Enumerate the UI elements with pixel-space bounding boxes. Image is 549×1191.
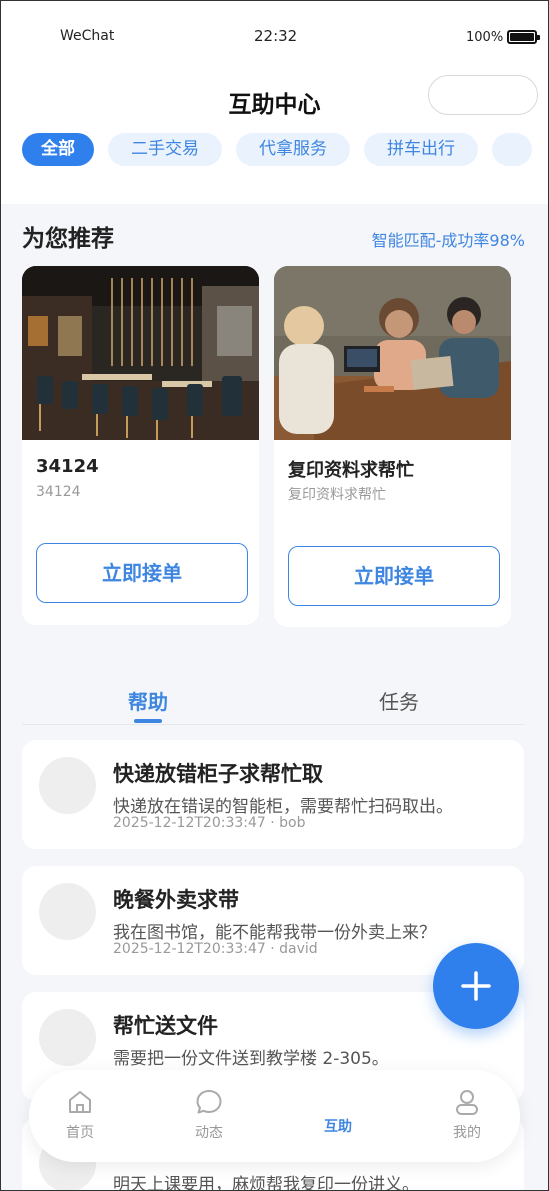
post-description: 需要把一份文件送到教学楼 2-305。 — [113, 1049, 389, 1069]
post-description: 我在图书馆，能不能帮我带一份外卖上来？ — [113, 923, 436, 943]
post-description: 明天上课要用，麻烦帮我复印一份讲义。 — [113, 1175, 419, 1191]
nav-label: 动态 — [195, 1125, 223, 1141]
post-title: 晚餐外卖求带 — [113, 888, 239, 912]
recommend-card[interactable]: 复印资料求帮忙 复印资料求帮忙 立即接单 — [274, 266, 511, 627]
card-subtitle: 34124 — [36, 484, 81, 500]
nav-home[interactable]: 首页 — [40, 1088, 120, 1142]
nav-label: 首页 — [66, 1125, 94, 1141]
post-title: 帮忙送文件 — [113, 1014, 218, 1038]
accept-order-button[interactable]: 立即接单 — [36, 543, 248, 603]
category-chip-carpool[interactable]: 拼车出行 — [364, 133, 478, 166]
nav-profile[interactable]: 我的 — [427, 1088, 507, 1142]
avatar — [39, 1009, 96, 1066]
list-item[interactable]: 快递放错柜子求帮忙取 快递放在错误的智能柜，需要帮忙扫码取出。 2025-12-… — [22, 740, 524, 849]
cafe-meeting-photo — [274, 266, 511, 440]
home-icon — [69, 1091, 91, 1113]
plus-icon — [461, 971, 491, 1001]
tab-help[interactable]: 帮助 — [128, 686, 168, 715]
clock: 22:32 — [254, 27, 298, 45]
category-chip-pickup[interactable]: 代拿服务 — [236, 133, 350, 166]
page-header: 互助中心 全部 二手交易 代拿服务 拼车出行 — [0, 58, 549, 204]
post-meta: 2025-12-12T20:33:47 · david — [113, 941, 318, 957]
accept-order-button[interactable]: 立即接单 — [288, 546, 500, 606]
nav-mutual-help[interactable]: 互助 — [298, 1116, 378, 1136]
post-description: 快递放在错误的智能柜，需要帮忙扫码取出。 — [113, 797, 453, 817]
post-meta: 2025-12-12T20:33:47 · bob — [113, 815, 306, 831]
recommend-heading: 为您推荐 — [22, 226, 114, 252]
status-bar: WeChat 22:32 100% — [0, 0, 549, 58]
battery-percent: 100% — [466, 30, 504, 45]
carrier-label: WeChat — [60, 28, 115, 44]
nav-feed[interactable]: 动态 — [169, 1088, 249, 1142]
list-tabs: 帮助 任务 — [22, 672, 524, 725]
avatar — [39, 883, 96, 940]
nav-label: 我的 — [453, 1125, 481, 1141]
mini-program-capsule[interactable] — [428, 75, 538, 115]
tab-tasks[interactable]: 任务 — [379, 686, 419, 715]
bottom-nav: 首页 动态 互助 我的 — [29, 1070, 520, 1162]
post-title: 快递放错柜子求帮忙取 — [113, 762, 323, 786]
chat-bubble-icon — [196, 1090, 222, 1114]
match-rate-link[interactable]: 智能匹配-成功率98% — [372, 227, 525, 251]
restaurant-photo — [22, 266, 259, 440]
category-chip-all[interactable]: 全部 — [22, 133, 94, 166]
nav-label: 互助 — [324, 1119, 352, 1135]
battery-icon — [507, 30, 540, 44]
card-title: 复印资料求帮忙 — [288, 460, 414, 481]
card-title: 34124 — [36, 456, 99, 477]
category-filter: 全部 二手交易 代拿服务 拼车出行 — [22, 133, 549, 167]
tab-indicator — [134, 719, 162, 723]
user-icon — [456, 1090, 478, 1115]
add-post-button[interactable] — [433, 943, 519, 1029]
category-chip-more[interactable] — [492, 133, 532, 166]
recommend-card[interactable]: 34124 34124 立即接单 — [22, 266, 259, 625]
category-chip-secondhand[interactable]: 二手交易 — [108, 133, 222, 166]
card-subtitle: 复印资料求帮忙 — [288, 487, 386, 503]
avatar — [39, 757, 96, 814]
